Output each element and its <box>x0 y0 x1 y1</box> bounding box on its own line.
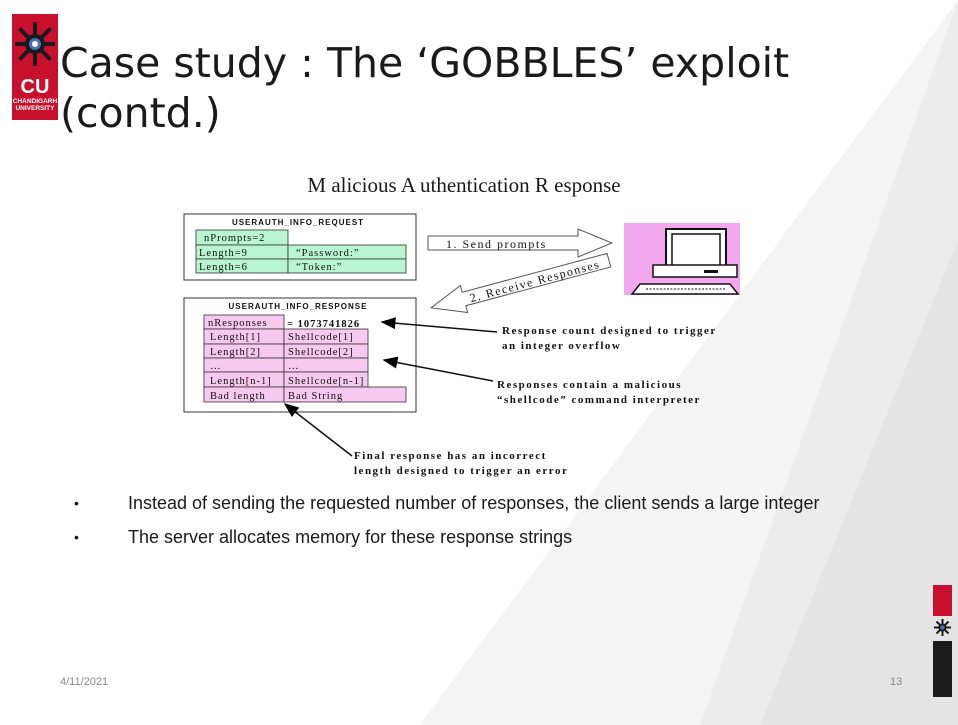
response-header: USERAUTH_INFO_RESPONSE <box>229 302 368 311</box>
receive-responses-arrow: 2. Receive Responses <box>429 252 612 314</box>
slide-title: Case study : The ‘GOBBLES’ exploit (cont… <box>60 39 790 137</box>
bullet-dot-icon: • <box>74 529 79 545</box>
response-row-left: Bad length <box>210 391 266 402</box>
page-number: 13 <box>890 676 903 688</box>
logo-name-line2: UNIVERSITY <box>15 105 55 112</box>
request-row-left: Length=9 <box>199 248 248 259</box>
response-row-left: Length[1] <box>210 332 261 343</box>
response-box: USERAUTH_INFO_RESPONSE nResponses = 1073… <box>183 297 417 413</box>
logo-abbrev: CU <box>20 76 50 98</box>
response-row-right: Shellcode[1] <box>288 332 354 343</box>
brand-strip-red <box>933 585 952 616</box>
response-row-left: Length[n-1] <box>210 376 272 387</box>
brand-strip-black <box>933 641 952 697</box>
request-header: USERAUTH_INFO_REQUEST <box>232 218 364 227</box>
response-row-right: … <box>288 361 300 372</box>
response-row-left: Length[2] <box>210 347 261 358</box>
annotation-count-line1: Response count designed to trigger <box>502 325 717 337</box>
response-row-left: … <box>210 361 222 372</box>
request-box: USERAUTH_INFO_REQUEST nPrompts=2 Length=… <box>183 213 417 281</box>
annotation-shellcode-line2: “shellcode” command interpreter <box>497 394 701 406</box>
bullet-item: • Instead of sending the requested numbe… <box>74 493 904 527</box>
send-prompts-label: 1. Send prompts <box>446 237 547 251</box>
gobbles-diagram: M alicious A uthentication R esponse USE… <box>183 173 740 477</box>
bullet-dot-icon: • <box>74 495 79 511</box>
small-emblem-icon <box>934 619 951 636</box>
annotation-count-line2: an integer overflow <box>502 340 621 352</box>
computer-icon <box>624 223 740 295</box>
footer-date: 4/11/2021 <box>60 676 109 688</box>
send-prompts-arrow: 1. Send prompts <box>427 228 614 258</box>
annotation-final-line2: length designed to trigger an error <box>354 465 568 477</box>
bullet-text: The server allocates memory for these re… <box>128 527 573 547</box>
annotation-shellcode-line1: Responses contain a malicious <box>497 379 682 391</box>
bullet-list: • Instead of sending the requested numbe… <box>74 493 904 561</box>
diagram-heading: M alicious A uthentication R esponse <box>307 173 620 197</box>
request-row-left: Length=6 <box>199 262 248 273</box>
request-row-right: “Password:” <box>296 248 360 259</box>
receive-responses-label: 2. Receive Responses <box>468 257 601 305</box>
response-row-right: = 1073741826 <box>287 319 360 330</box>
response-row-right: Shellcode[n-1] <box>288 376 364 387</box>
request-row-right: “Token:” <box>296 262 342 273</box>
bullet-text: Instead of sending the requested number … <box>128 493 820 513</box>
response-row-right: Bad String <box>288 391 343 402</box>
university-logo: CU CHANDIGARH UNIVERSITY <box>12 14 58 120</box>
request-row-left: nPrompts=2 <box>204 233 265 244</box>
response-row-right: Shellcode[2] <box>288 347 354 358</box>
annotation-final-line1: Final response has an incorrect <box>354 450 547 462</box>
bullet-item: • The server allocates memory for these … <box>74 527 904 561</box>
logo-name-line1: CHANDIGARH <box>12 98 58 105</box>
emblem-icon <box>15 22 55 66</box>
response-row-left: nResponses <box>208 318 268 329</box>
